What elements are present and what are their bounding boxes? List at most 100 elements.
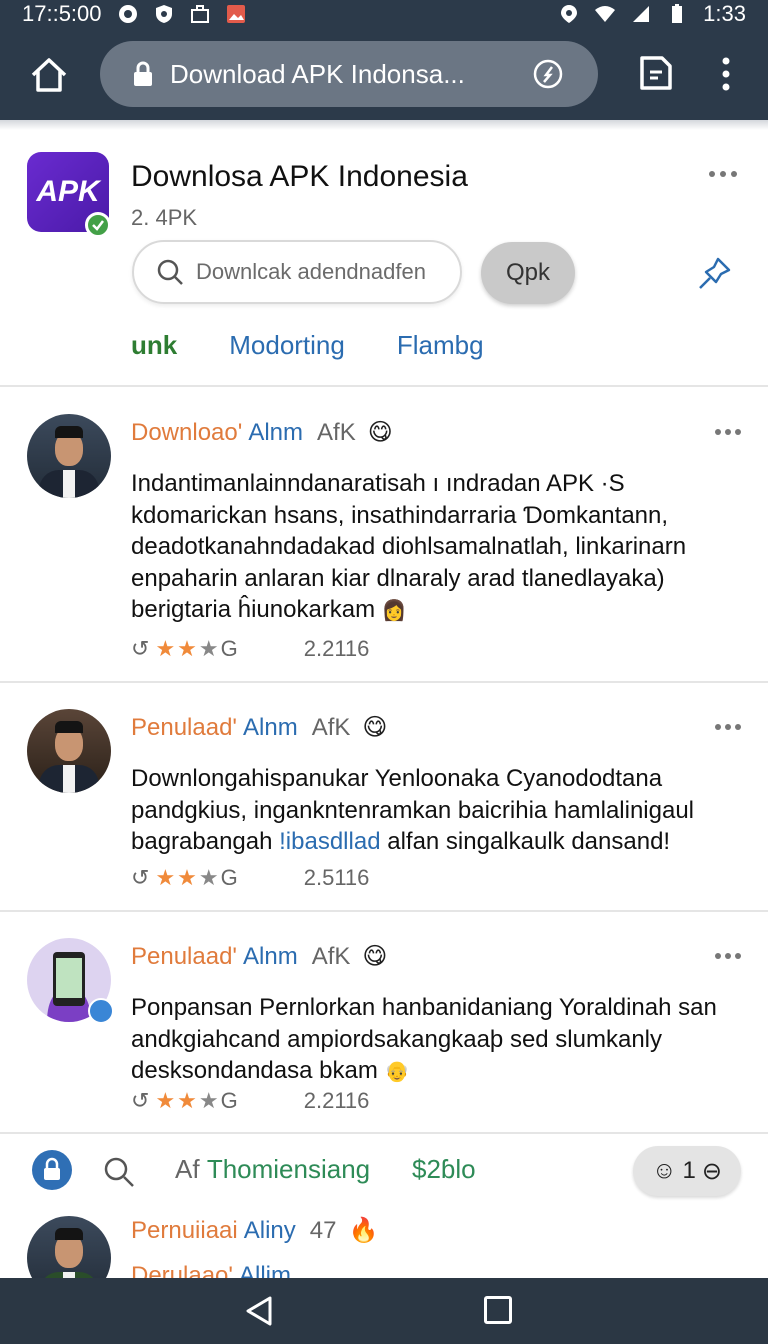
post-tag: AfK: [317, 418, 356, 446]
post-tag: AfK: [311, 942, 351, 970]
briefcase-icon: [190, 5, 209, 23]
tab-flambg[interactable]: Flambg: [397, 330, 484, 361]
shield-icon: [155, 5, 172, 23]
post-author[interactable]: Penulaad': [131, 943, 237, 971]
post-author-suffix[interactable]: Alnm: [248, 419, 303, 447]
tab-unk[interactable]: unk: [131, 330, 177, 361]
share-icon[interactable]: ↺: [131, 865, 149, 891]
post-header: Pernuiiaai Aliny 47 🔥: [131, 1216, 378, 1245]
g-icon: G: [220, 636, 238, 661]
bottom-price[interactable]: $2ɓlo: [412, 1154, 476, 1185]
post-author-suffix[interactable]: Allim: [239, 1262, 291, 1278]
toolbar-shadow: [0, 120, 768, 130]
app-title: Downlosa APK Indonesia: [131, 160, 468, 193]
avatar[interactable]: [27, 1216, 111, 1278]
post-author[interactable]: Penulaad': [131, 714, 237, 742]
rating-stars: ★★★: [155, 1088, 221, 1113]
signal-icon: [633, 6, 650, 22]
status-bar: 17::5:00 1:33: [0, 0, 768, 28]
bottom-label[interactable]: Af Thomiensiang: [175, 1154, 370, 1185]
more-options-icon[interactable]: [714, 952, 742, 960]
reaction-pill[interactable]: ☺ 1 ⊖: [633, 1146, 741, 1196]
tab-modorting[interactable]: Modorting: [229, 330, 345, 361]
lock-icon: [134, 61, 152, 86]
browser-toolbar: Download APK Indonsa...: [0, 28, 768, 120]
avatar[interactable]: [27, 709, 111, 793]
emoji-icon: 😋: [362, 714, 388, 741]
more-options-icon[interactable]: [708, 170, 738, 178]
smile-icon: ☺: [652, 1157, 677, 1184]
url-text: Download APK Indonsa...: [170, 58, 465, 89]
url-bar[interactable]: Download APK Indonsa...: [100, 41, 598, 107]
app-header: APK Downlosa APK Indonesia 2. 4PK Downlc…: [0, 130, 768, 386]
emoji-icon: 😋: [362, 943, 388, 970]
post-meta: ↺ ★★★ G 2.2116: [131, 1088, 369, 1114]
post-tag: AfK: [311, 713, 351, 741]
app-tabs: unk Modorting Flambg: [131, 330, 484, 361]
bottom-action-bar: Af Thomiensiang $2ɓlo ☺ 1 ⊖: [0, 1134, 768, 1208]
reaction-count: 1: [682, 1157, 696, 1184]
battery-icon: [672, 4, 683, 23]
minus-icon: ⊖: [701, 1157, 722, 1185]
post-text-end: alfan singalkaulk dansand!: [387, 828, 671, 855]
system-nav-bar: [0, 1278, 768, 1344]
avatar-emoji-icon: 👩: [381, 600, 407, 622]
back-icon[interactable]: [242, 1294, 276, 1328]
flame-icon: 🔥: [348, 1217, 379, 1244]
app-size: 2. 4PK: [131, 205, 198, 230]
tabs-icon[interactable]: [638, 54, 674, 92]
pin-icon[interactable]: [696, 256, 732, 292]
rating-stars: ★★★: [155, 865, 221, 890]
emoji-icon: 😋: [367, 419, 393, 446]
post-author-suffix[interactable]: Aliny: [244, 1217, 296, 1245]
post-author-suffix[interactable]: Alnm: [243, 943, 298, 971]
post-author[interactable]: Derulaao': [131, 1262, 233, 1278]
record-icon: [118, 5, 137, 23]
badge-icon: [88, 998, 114, 1024]
app-icon-label: APK: [36, 175, 100, 208]
overflow-menu-icon[interactable]: [716, 56, 736, 92]
home-square-icon[interactable]: [484, 1296, 512, 1324]
status-time: 17::5:00: [22, 1, 102, 26]
search-input[interactable]: Downlcak adendnadfen: [132, 240, 462, 304]
lock-icon[interactable]: [32, 1150, 72, 1190]
share-icon[interactable]: ↺: [131, 1088, 149, 1114]
location-icon: [561, 5, 578, 23]
verified-badge-icon: [85, 212, 111, 238]
post-tag: 47: [309, 1216, 337, 1244]
post-author[interactable]: Pernuiiaai: [131, 1217, 238, 1245]
avatar[interactable]: [27, 414, 111, 498]
g-icon: G: [220, 865, 238, 890]
post-count: 2.2116: [303, 1088, 370, 1113]
status-clock: 1:33: [703, 1, 746, 26]
list-item: Penulaad' Alnm AfK 😋 Downlongahispanukar…: [0, 683, 768, 909]
rating-stars: ★★★: [155, 636, 221, 661]
apk-button[interactable]: Qpk: [481, 242, 575, 304]
bottom-label-text: Thomiensiang: [206, 1154, 371, 1184]
search-icon[interactable]: [103, 1156, 135, 1188]
avatar-emoji-icon: 👴: [384, 1061, 410, 1083]
more-options-icon[interactable]: [714, 428, 742, 436]
post-count: 2.2116: [303, 636, 370, 661]
post-link[interactable]: !ibasdllad: [279, 828, 380, 855]
compass-icon[interactable]: [532, 58, 564, 90]
post-author-suffix[interactable]: Alnm: [243, 714, 298, 742]
list-item: Penulaad' Alnm AfK 😋 Ponpansan Pernlorka…: [0, 912, 768, 1132]
home-icon[interactable]: [28, 54, 70, 96]
post-author[interactable]: Downloao': [131, 419, 242, 447]
post-body: Indantimanlainndanaratisah ı ındradan AP…: [131, 468, 731, 628]
share-icon[interactable]: ↺: [131, 636, 149, 662]
post-body: Ponpansan Pernlorkan hanbanidaniang Yora…: [131, 992, 731, 1089]
wifi-icon: [595, 6, 616, 22]
post-meta: ↺ ★★★ G 2.5116: [131, 865, 369, 891]
post-count: 2.5116: [303, 865, 370, 890]
divider: [0, 385, 768, 387]
image-icon: [226, 5, 245, 23]
list-item: Pernuiiaai Aliny 47 🔥 Derulaao' Allim: [0, 1208, 768, 1278]
post-header: Penulaad' Alnm AfK 😋: [131, 942, 387, 971]
list-item: Downloao' Alnm AfK 😋 Indantimanlainndana…: [0, 388, 768, 680]
search-placeholder: Downlcak adendnadfen: [196, 259, 426, 284]
more-options-icon[interactable]: [714, 723, 742, 731]
post-meta: ↺ ★★★ G 2.2116: [131, 636, 369, 662]
post-header: Downloao' Alnm AfK 😋: [131, 418, 393, 447]
